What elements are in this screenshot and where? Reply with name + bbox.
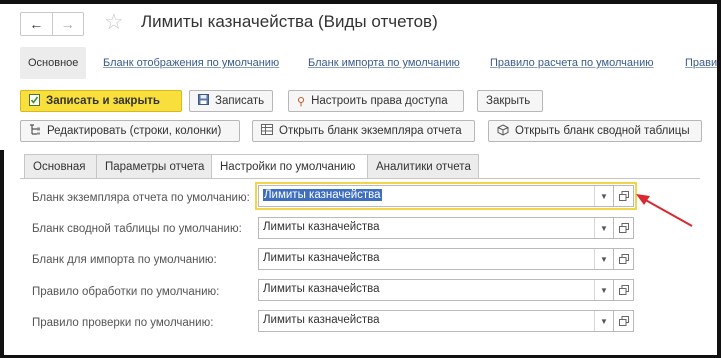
validation-rule-open-button[interactable] xyxy=(614,310,634,332)
row-label-pivot-form: Бланк сводной таблицы по умолчанию: xyxy=(32,223,242,235)
tabs-divider xyxy=(20,178,700,179)
open-window-icon xyxy=(618,285,629,295)
form-tabs: Основная Параметры отчета Настройки по у… xyxy=(20,154,650,179)
save-document-icon xyxy=(29,93,40,109)
chevron-down-icon[interactable]: ▼ xyxy=(594,311,613,331)
row-label-import-form: Бланк для импорта по умолчанию: xyxy=(32,254,217,266)
import-form-value: Лимиты казначейства xyxy=(263,252,380,264)
instance-form-select[interactable]: Лимиты казначейства ▼ xyxy=(258,185,614,207)
favorite-star-icon[interactable]: ☆ xyxy=(104,10,124,34)
import-form-select[interactable]: Лимиты казначейства ▼ xyxy=(258,248,614,270)
open-window-icon xyxy=(618,191,629,201)
import-form-open-button[interactable] xyxy=(614,248,634,270)
open-pivot-form-label: Открыть бланк сводной таблицы xyxy=(515,125,690,137)
arrow-left-icon: ← xyxy=(29,16,44,32)
edit-rows-columns-button[interactable]: Редактировать (строки, колонки) xyxy=(20,120,240,142)
chevron-down-icon[interactable]: ▼ xyxy=(594,218,613,238)
pivot-form-value: Лимиты казначейства xyxy=(263,221,380,233)
tab-report-params[interactable]: Параметры отчета xyxy=(96,154,212,178)
form-nav-panel: Основное Бланк отображения по умолчанию … xyxy=(20,47,721,81)
close-button[interactable]: Закрыть xyxy=(477,90,543,112)
configure-access-label: Настроить права доступа xyxy=(311,95,448,107)
edit-rows-columns-label: Редактировать (строки, колонки) xyxy=(47,125,222,137)
nav-item-main[interactable]: Основное xyxy=(20,47,87,79)
back-button[interactable]: ← xyxy=(21,13,53,35)
pivot-form-select[interactable]: Лимиты казначейства ▼ xyxy=(258,217,614,239)
tab-default-settings[interactable]: Настройки по умолчанию xyxy=(211,154,368,179)
table-form-icon xyxy=(261,124,273,138)
close-label: Закрыть xyxy=(486,95,531,107)
save-button[interactable]: Записать xyxy=(189,90,273,112)
validation-rule-select[interactable]: Лимиты казначейства ▼ xyxy=(258,310,614,332)
red-arrow-annotation xyxy=(636,194,693,227)
window-title: Лимиты казначейства (Виды отчетов) xyxy=(141,12,438,31)
open-instance-form-button[interactable]: Открыть бланк экземпляра отчета xyxy=(252,120,475,142)
row-label-validation-rule: Правило проверки по умолчанию: xyxy=(32,317,214,329)
floppy-disk-icon xyxy=(198,94,209,108)
processing-rule-value: Лимиты казначейства xyxy=(263,283,380,295)
save-and-close-button[interactable]: Записать и закрыть xyxy=(20,90,182,112)
screenshot-frame-top xyxy=(0,0,721,4)
chevron-down-icon[interactable]: ▼ xyxy=(594,280,613,300)
arrow-right-icon: → xyxy=(60,16,75,32)
open-window-icon xyxy=(618,254,629,264)
processing-rule-open-button[interactable] xyxy=(614,279,634,301)
tab-report-analytics[interactable]: Аналитики отчета xyxy=(367,154,479,178)
nav-item-display-form[interactable]: Бланк отображения по умолчанию xyxy=(103,47,279,79)
screenshot-frame-left xyxy=(0,150,4,358)
row-label-processing-rule: Правило обработки по умолчанию: xyxy=(32,286,220,298)
processing-rule-select[interactable]: Лимиты казначейства ▼ xyxy=(258,279,614,301)
save-and-close-label: Записать и закрыть xyxy=(46,95,160,107)
open-pivot-form-button[interactable]: Открыть бланк сводной таблицы xyxy=(488,120,702,142)
row-label-instance-form: Бланк экземпляра отчета по умолчанию: xyxy=(32,192,250,204)
save-label: Записать xyxy=(215,95,265,107)
validation-rule-value: Лимиты казначейства xyxy=(263,314,380,326)
history-nav: ← → xyxy=(20,12,84,36)
forward-button[interactable]: → xyxy=(53,13,84,35)
nav-item-import-form[interactable]: Бланк импорта по умолчанию xyxy=(308,47,460,79)
open-window-icon xyxy=(618,223,629,233)
pin-icon: ⚲ xyxy=(297,95,306,108)
configure-access-button[interactable]: ⚲ Настроить права доступа xyxy=(288,90,464,112)
edit-structure-icon xyxy=(29,124,41,138)
tab-main[interactable]: Основная xyxy=(24,154,97,178)
nav-item-rule-truncated[interactable]: Прави xyxy=(685,47,717,79)
nav-item-calc-rule[interactable]: Правило расчета по умолчанию xyxy=(490,47,653,79)
instance-form-value: Лимиты казначейства xyxy=(263,189,382,201)
open-window-icon xyxy=(618,316,629,326)
cube-icon xyxy=(497,123,509,139)
open-instance-form-label: Открыть бланк экземпляра отчета xyxy=(279,125,462,137)
chevron-down-icon[interactable]: ▼ xyxy=(594,249,613,269)
chevron-down-icon[interactable]: ▼ xyxy=(594,186,613,206)
